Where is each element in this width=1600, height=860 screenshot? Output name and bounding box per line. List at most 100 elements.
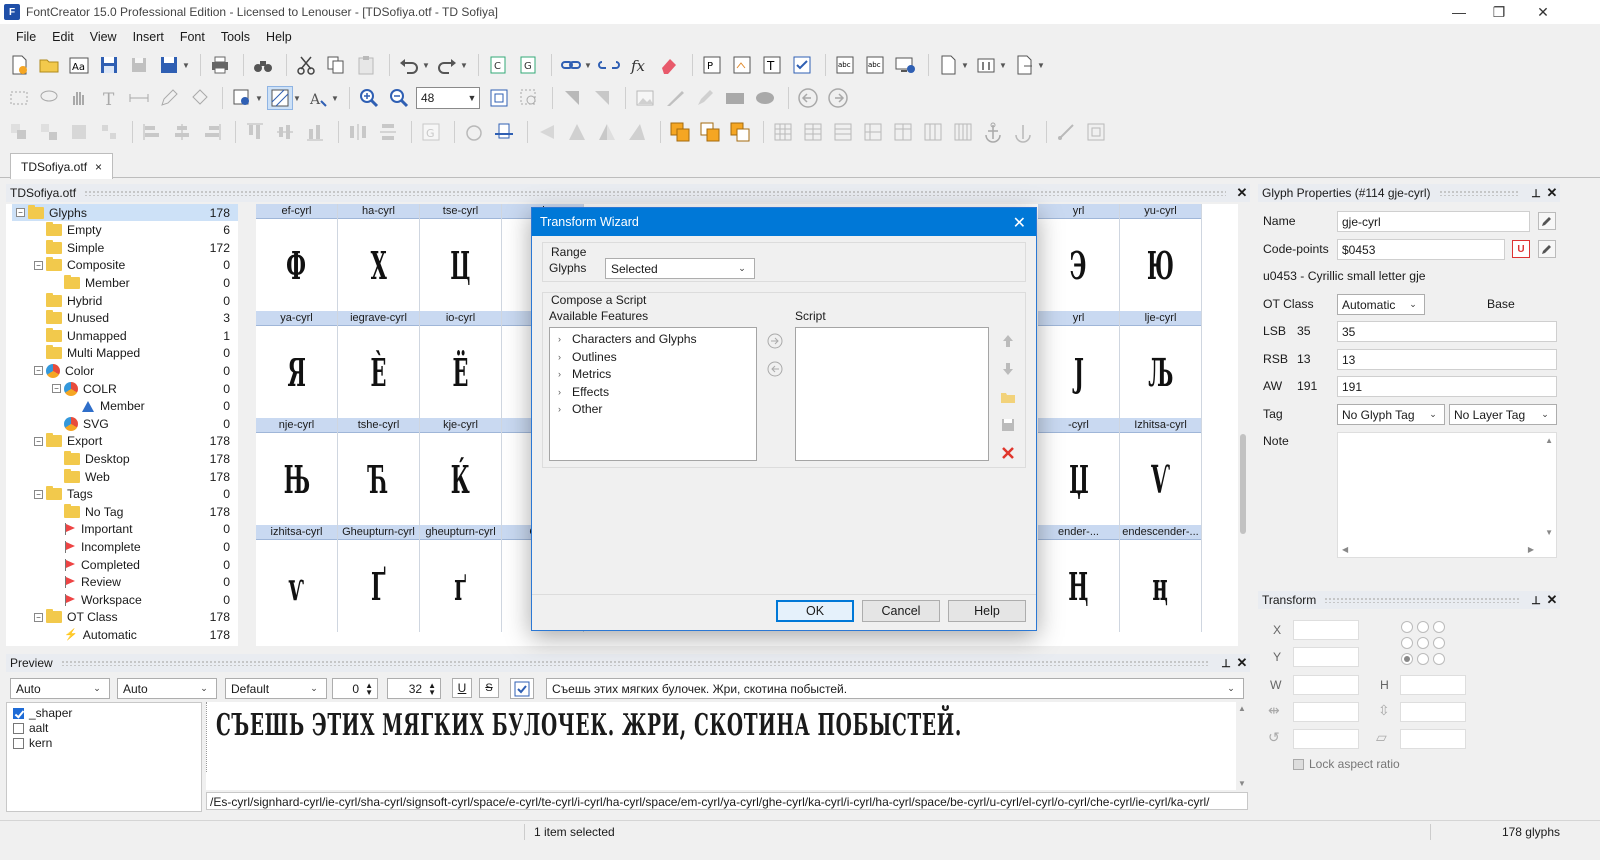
glyph-properties-button[interactable]: P — [699, 53, 725, 77]
open-script-button[interactable] — [998, 387, 1018, 407]
hand-tool[interactable] — [66, 86, 92, 110]
tree-item[interactable]: Empty 6 — [46, 222, 238, 239]
menu-file[interactable]: File — [8, 28, 44, 46]
clear-script-button[interactable] — [998, 443, 1018, 463]
grid-3-button[interactable] — [830, 120, 856, 144]
save-as-button[interactable] — [156, 53, 182, 77]
tree-item[interactable]: Web 178 — [64, 468, 238, 485]
glyph-cell[interactable]: gheupturn-cyrl ґ — [420, 525, 502, 632]
tree-item[interactable]: No Tag 178 — [64, 503, 238, 520]
save-button[interactable] — [96, 53, 122, 77]
ok-button[interactable]: OK — [776, 600, 854, 622]
available-features-list[interactable]: › Characters and Glyphs › Outlines › Metrics ›… — [549, 327, 757, 461]
previous-glyph-button[interactable] — [795, 86, 821, 110]
tree-item[interactable]: Multi Mapped 0 — [46, 345, 238, 362]
aw-field[interactable]: 191 — [1337, 376, 1557, 397]
tree-expander-icon[interactable]: − — [34, 260, 43, 270]
ellipse-tool[interactable] — [752, 86, 778, 110]
export-dropdown[interactable]: ▼ — [1037, 53, 1045, 77]
flip-button[interactable] — [534, 120, 560, 144]
open-installed-font-button[interactable]: Aa — [66, 53, 92, 77]
grid-2-button[interactable] — [800, 120, 826, 144]
tree-expander-icon[interactable]: − — [34, 489, 43, 499]
grid-7-button[interactable] — [950, 120, 976, 144]
glyph-cell[interactable]: tshe-cyrl Ћ — [338, 418, 420, 525]
mirror-button[interactable] — [594, 120, 620, 144]
tree-item[interactable]: Unmapped 1 — [46, 327, 238, 344]
zoom-level-combo[interactable]: 48 ▼ — [416, 87, 480, 109]
menu-insert[interactable]: Insert — [125, 28, 172, 46]
help-button[interactable]: Help — [948, 600, 1026, 622]
tree-item[interactable]: Unused 3 — [46, 310, 238, 327]
grid-1-button[interactable] — [770, 120, 796, 144]
tab-close-icon[interactable]: × — [95, 160, 102, 174]
glyph-cell[interactable]: yrl Э — [1038, 204, 1120, 311]
lock-aspect-checkbox[interactable]: Lock aspect ratio — [1293, 757, 1400, 771]
pin-icon[interactable]: ⊥ — [1528, 187, 1544, 200]
undo-dropdown[interactable]: ▼ — [422, 53, 430, 77]
anchor-point-radio[interactable] — [1417, 621, 1429, 633]
cut-button[interactable] — [293, 53, 319, 77]
combine-button[interactable] — [66, 120, 92, 144]
import-export-button[interactable] — [973, 53, 999, 77]
scroll-left-icon[interactable]: ◀ — [1342, 545, 1348, 554]
feature-tree-item[interactable]: › Other — [558, 402, 602, 416]
tree-item[interactable]: Glyphs 178 — [12, 204, 238, 221]
page-setup-dropdown[interactable]: ▼ — [961, 53, 969, 77]
align-top-button[interactable] — [242, 120, 268, 144]
w-field[interactable] — [1293, 675, 1359, 695]
tree-item[interactable]: Completed 0 — [64, 556, 238, 573]
kerning-button[interactable]: abc — [862, 53, 888, 77]
menu-help[interactable]: Help — [258, 28, 300, 46]
dialog-close-icon[interactable]: ✕ — [1013, 213, 1026, 233]
brush-tool[interactable] — [692, 86, 718, 110]
glyph-cell[interactable]: iegrave-cyrl Ѐ — [338, 311, 420, 418]
link-dropdown[interactable]: ▼ — [584, 53, 592, 77]
cancel-button[interactable]: Cancel — [862, 600, 940, 622]
font-style-button[interactable]: A — [305, 86, 331, 110]
glyph-cell[interactable]: nje-cyrl Њ — [256, 418, 338, 525]
explorer-close-icon[interactable]: ✕ — [1234, 185, 1250, 201]
export-button[interactable] — [1011, 53, 1037, 77]
transform-pin-icon[interactable]: ⊥ — [1528, 594, 1544, 607]
maximize-button[interactable]: ❐ — [1476, 0, 1522, 24]
rotate-field[interactable] — [1293, 729, 1359, 749]
tree-expander-icon[interactable]: − — [34, 366, 43, 376]
glyph-name-field[interactable]: gje-cyrl — [1337, 211, 1530, 232]
layer-tag-combo[interactable]: No Layer Tag ⌄ — [1449, 404, 1557, 425]
text-tool-button[interactable]: T — [759, 53, 785, 77]
save-as-dropdown[interactable]: ▼ — [182, 53, 190, 77]
distribute-v-button[interactable] — [375, 120, 401, 144]
glyph-cell[interactable]: Gheupturn-cyrl Ґ — [338, 525, 420, 632]
corner-tool[interactable] — [559, 86, 585, 110]
copy-button[interactable] — [323, 53, 349, 77]
measure-tool[interactable] — [126, 86, 152, 110]
chevron-right-icon[interactable]: › — [558, 404, 566, 414]
scale-y-field[interactable] — [1400, 702, 1466, 722]
move-down-button[interactable] — [998, 359, 1018, 379]
note-textarea[interactable]: ▲ ▼ ◀ ▶ — [1337, 432, 1557, 558]
chevron-right-icon[interactable]: › — [558, 369, 566, 379]
formula-button[interactable]: fx — [626, 53, 652, 77]
code-points-field[interactable]: $0453 — [1337, 239, 1505, 260]
feature-tree-item[interactable]: › Characters and Glyphs — [558, 332, 697, 346]
menu-tools[interactable]: Tools — [213, 28, 258, 46]
preview-scrollbar[interactable]: ▲ ▼ — [1236, 702, 1248, 790]
menu-edit[interactable]: Edit — [44, 28, 82, 46]
skew-field[interactable] — [1400, 729, 1466, 749]
break-apart-button[interactable] — [96, 120, 122, 144]
unlink-button[interactable] — [596, 53, 622, 77]
spelling-button[interactable]: abc — [832, 53, 858, 77]
lsb-field[interactable]: 35 — [1337, 321, 1557, 342]
glyph-properties-close-icon[interactable]: ✕ — [1544, 185, 1560, 201]
font-size-stepper[interactable]: 32 ▲ ▼ — [387, 678, 441, 699]
redo-button[interactable] — [434, 53, 460, 77]
feature-tree-item[interactable]: › Outlines — [558, 350, 617, 364]
remove-feature-button[interactable] — [765, 359, 785, 379]
tab-tdsofiya[interactable]: TDSofiya.otf × — [10, 153, 114, 179]
rotate-button[interactable] — [461, 120, 487, 144]
chevron-right-icon[interactable]: › — [558, 334, 566, 344]
glyph-grid-scrollbar[interactable] — [1238, 204, 1250, 646]
h-field[interactable] — [1400, 675, 1466, 695]
save-script-button[interactable] — [998, 415, 1018, 435]
